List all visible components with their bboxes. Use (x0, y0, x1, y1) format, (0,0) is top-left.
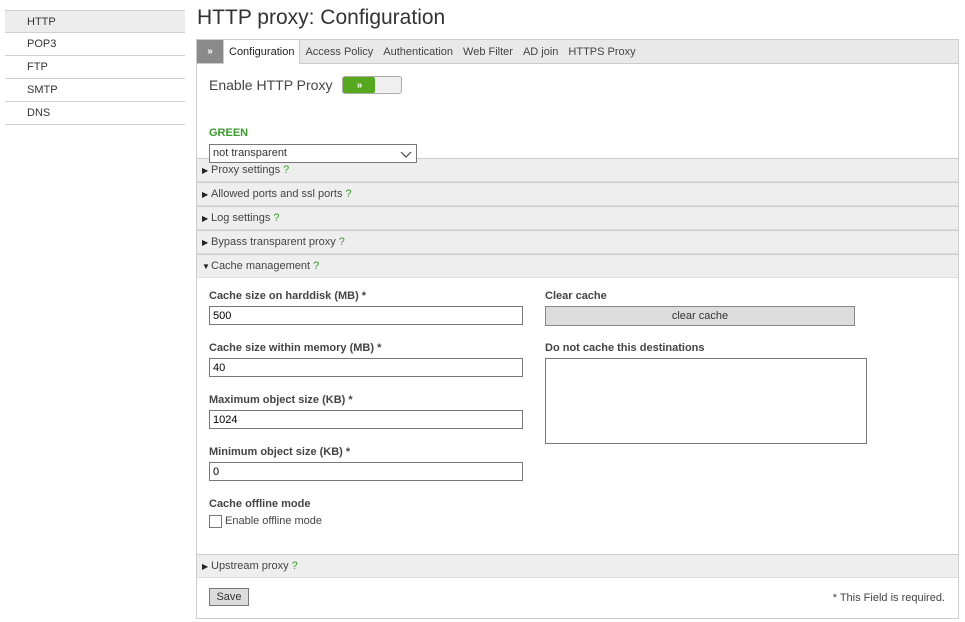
nav-item-smtp[interactable]: SMTP (5, 79, 185, 102)
max-object-size-label: Maximum object size (KB) * (209, 394, 353, 406)
memory-cache-label: Cache size within memory (MB) * (209, 342, 382, 354)
nav-item-pop3[interactable]: POP3 (5, 33, 185, 56)
section-cache-management[interactable]: ▼ Cache management ? (197, 254, 958, 278)
min-object-size-label: Minimum object size (KB) * (209, 446, 351, 458)
tab-https-proxy[interactable]: HTTPS Proxy (563, 40, 640, 63)
form-footer: Save * This Field is required. (197, 578, 958, 618)
section-bypass-transparent[interactable]: ▶ Bypass transparent proxy ? (197, 230, 958, 254)
offline-mode-checkbox[interactable] (209, 515, 222, 528)
section-label: Log settings (211, 212, 271, 224)
help-icon[interactable]: ? (345, 188, 351, 200)
section-label: Upstream proxy (211, 560, 289, 572)
expand-arrow-icon: ▶ (202, 165, 209, 175)
tab-bar: » Configuration Access Policy Authentica… (197, 40, 958, 64)
help-icon[interactable]: ? (339, 236, 345, 248)
config-panel: » Configuration Access Policy Authentica… (196, 39, 959, 619)
help-icon[interactable]: ? (273, 212, 279, 224)
clear-cache-label: Clear cache (545, 290, 607, 302)
section-label: Bypass transparent proxy (211, 236, 336, 248)
expand-arrow-icon: ▶ (202, 237, 209, 247)
harddisk-cache-label: Cache size on harddisk (MB) * (209, 290, 367, 302)
section-label: Proxy settings (211, 164, 281, 176)
no-cache-destinations-label: Do not cache this destinations (545, 342, 705, 354)
nav-item-http[interactable]: HTTP (5, 10, 185, 33)
section-upstream-proxy[interactable]: ▶ Upstream proxy ? (197, 554, 958, 578)
toggle-on-indicator: » (343, 77, 376, 93)
tab-configuration[interactable]: Configuration (223, 40, 301, 64)
required-field-note: * This Field is required. (832, 592, 945, 604)
help-icon[interactable]: ? (292, 560, 298, 572)
section-allowed-ports[interactable]: ▶ Allowed ports and ssl ports ? (197, 182, 958, 206)
memory-cache-input[interactable] (209, 358, 523, 377)
left-nav: HTTP POP3 FTP SMTP DNS (5, 10, 185, 125)
expand-arrow-icon: ▶ (202, 213, 209, 223)
no-cache-destinations-textarea[interactable] (545, 358, 867, 444)
section-label: Allowed ports and ssl ports (211, 188, 343, 200)
clear-cache-button[interactable]: clear cache (545, 306, 855, 326)
tab-toggle-button[interactable]: » (197, 40, 223, 63)
zone-label: GREEN (209, 127, 249, 139)
tab-ad-join[interactable]: AD join (518, 40, 563, 63)
nav-item-dns[interactable]: DNS (5, 102, 185, 125)
help-icon[interactable]: ? (283, 164, 289, 176)
section-label: Cache management (211, 260, 311, 272)
expand-arrow-icon: ▶ (202, 561, 209, 571)
enable-section: Enable HTTP Proxy » GREEN not transparen… (197, 64, 958, 163)
section-log-settings[interactable]: ▶ Log settings ? (197, 206, 958, 230)
tab-access-policy[interactable]: Access Policy (300, 40, 378, 63)
harddisk-cache-input[interactable] (209, 306, 523, 325)
tab-authentication[interactable]: Authentication (378, 40, 458, 63)
min-object-size-input[interactable] (209, 462, 523, 481)
tab-web-filter[interactable]: Web Filter (458, 40, 518, 63)
help-icon[interactable]: ? (313, 260, 319, 272)
collapse-arrow-icon: ▼ (202, 261, 210, 271)
offline-mode-checkbox-label: Enable offline mode (225, 515, 323, 527)
offline-mode-label: Cache offline mode (209, 498, 311, 510)
proxy-mode-value: not transparent (213, 147, 287, 159)
proxy-mode-select[interactable]: not transparent (209, 144, 417, 163)
page-title: HTTP proxy: Configuration (197, 6, 446, 29)
expand-arrow-icon: ▶ (202, 189, 209, 199)
max-object-size-input[interactable] (209, 410, 523, 429)
enable-row: Enable HTTP Proxy » (209, 76, 403, 94)
enable-proxy-toggle[interactable]: » (342, 76, 403, 94)
nav-item-ftp[interactable]: FTP (5, 56, 185, 79)
cache-management-body: Cache size on harddisk (MB) * Cache size… (197, 278, 958, 554)
save-button[interactable]: Save (209, 588, 249, 606)
chevron-down-icon (400, 151, 412, 158)
enable-proxy-label: Enable HTTP Proxy (209, 77, 333, 93)
